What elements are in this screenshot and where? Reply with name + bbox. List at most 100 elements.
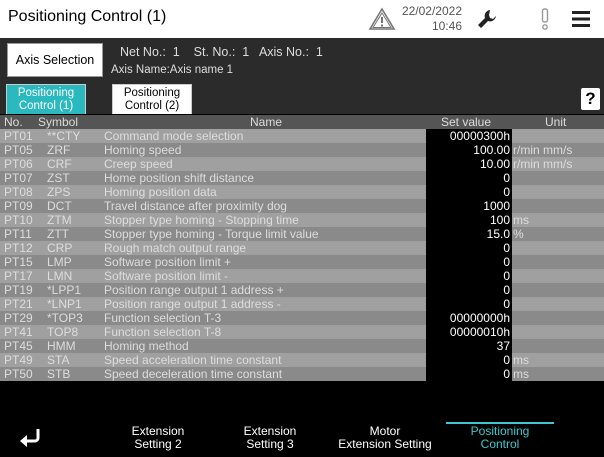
cell-symbol: STA: [47, 353, 70, 367]
table-row[interactable]: PT07 ZST Home position shift distance 0: [0, 171, 604, 185]
cell-no: PT17: [4, 269, 33, 283]
cell-symbol: ZRF: [47, 143, 71, 157]
header-symbol: Symbol: [38, 115, 79, 129]
cell-set-value[interactable]: 0: [426, 269, 512, 283]
table-row[interactable]: PT50 STB Speed deceleration time constant 0…: [0, 367, 604, 381]
cell-set-value[interactable]: 1000: [426, 199, 512, 213]
cell-no: PT50: [4, 367, 33, 381]
cell-unit: r/min mm/s: [513, 157, 573, 171]
table-row[interactable]: PT45 HMM Homing method 37: [0, 339, 604, 353]
cell-name: Homing method: [104, 339, 189, 353]
cell-set-value[interactable]: 37: [426, 339, 512, 353]
cell-set-value[interactable]: 100: [426, 213, 512, 227]
table-row[interactable]: PT08 ZPS Homing position data 0: [0, 185, 604, 199]
cell-set-value[interactable]: 0: [426, 171, 512, 185]
page-title: Positioning Control (1): [8, 8, 167, 25]
bottom-navigation: Extension Setting 2 Extension Setting 3 …: [0, 415, 604, 457]
alarm-icon[interactable]: [537, 7, 553, 31]
cell-name: Stopper type homing - Torque limit value: [104, 227, 319, 241]
table-row[interactable]: PT17 LMN Software position limit - 0: [0, 269, 604, 283]
table-row[interactable]: PT11 ZTT Stopper type homing - Torque limi…: [0, 227, 604, 241]
cell-no: PT21: [4, 297, 33, 311]
cell-set-value[interactable]: 0: [426, 353, 512, 367]
cell-name: Position range output 1 address -: [104, 297, 281, 311]
nav-motor-extension-setting[interactable]: Motor Extension Setting: [330, 425, 440, 451]
nav-extension-setting-2[interactable]: Extension Setting 2: [120, 425, 196, 451]
table-row[interactable]: PT05 ZRF Homing speed 100.00 r/min mm/s: [0, 143, 604, 157]
table-body: PT01 **CTY Command mode selection 00000300h…: [0, 129, 604, 381]
table-row[interactable]: PT21 *LNP1 Position range output 1 address…: [0, 297, 604, 311]
cell-set-value[interactable]: 0: [426, 185, 512, 199]
cell-set-value[interactable]: 0: [426, 367, 512, 381]
cell-unit: %: [513, 227, 524, 241]
header-no: No.: [4, 115, 23, 129]
cell-symbol: CRF: [47, 157, 72, 171]
table-row[interactable]: PT01 **CTY Command mode selection 00000300h: [0, 129, 604, 143]
cell-unit: ms: [513, 367, 529, 381]
cell-symbol: *TOP3: [47, 311, 83, 325]
cell-unit: ms: [513, 353, 529, 367]
cell-symbol: ZTM: [47, 213, 72, 227]
tab-positioning-control-2[interactable]: Positioning Control (2): [112, 84, 192, 114]
nav-positioning-control[interactable]: Positioning Control: [456, 425, 544, 451]
cell-set-value[interactable]: 00000010h: [426, 325, 512, 339]
tab-label-line2: Control (2): [124, 100, 180, 112]
nav-label-line2: Setting 2: [134, 437, 182, 451]
cell-no: PT01: [4, 129, 33, 143]
cell-set-value[interactable]: 0: [426, 283, 512, 297]
cell-no: PT09: [4, 199, 33, 213]
header-name: Name: [250, 115, 283, 129]
parameter-table: No. Symbol Name Set value Unit PT01 **CTY…: [0, 115, 604, 415]
help-button[interactable]: ?: [581, 88, 600, 110]
cell-name: Speed deceleration time constant: [104, 367, 283, 381]
table-row[interactable]: PT06 CRF Creep speed 10.00 r/min mm/s: [0, 157, 604, 171]
nav-label-line2: Control: [480, 437, 520, 451]
header-bar: Positioning Control (1) 22/02/2022 10:46: [0, 0, 604, 38]
cell-name: Command mode selection: [104, 129, 244, 143]
wrench-icon[interactable]: [475, 7, 499, 31]
axis-selection-button[interactable]: Axis Selection: [7, 43, 103, 77]
cell-set-value[interactable]: 15.0: [426, 227, 512, 241]
nav-extension-setting-3[interactable]: Extension Setting 3: [232, 425, 308, 451]
cell-name: Function selection T-3: [104, 311, 222, 325]
table-row[interactable]: PT29 *TOP3 Function selection T-3 00000000h: [0, 311, 604, 325]
table-row[interactable]: PT41 TOP8 Function selection T-8 00000010h: [0, 325, 604, 339]
menu-icon[interactable]: [570, 9, 592, 29]
cell-symbol: LMP: [47, 255, 72, 269]
tab-positioning-control-1[interactable]: Positioning Control (1): [6, 84, 86, 114]
tab-label-line2: Control (1): [18, 100, 74, 112]
cell-set-value[interactable]: 0: [426, 297, 512, 311]
table-row[interactable]: PT09 DCT Travel distance after proximity d…: [0, 199, 604, 213]
axis-name: Axis Name:Axis name 1: [111, 64, 234, 76]
cell-name: Software position limit -: [104, 269, 229, 283]
cell-name: Stopper type homing - Stopping time: [104, 213, 299, 227]
cell-no: PT08: [4, 185, 33, 199]
table-row[interactable]: PT49 STA Speed acceleration time constant 0…: [0, 353, 604, 367]
cell-no: PT06: [4, 157, 33, 171]
cell-set-value[interactable]: 100.00: [426, 143, 512, 157]
tab-label-line1: Positioning: [17, 87, 75, 99]
table-row[interactable]: PT10 ZTM Stopper type homing - Stopping ti…: [0, 213, 604, 227]
table-row[interactable]: PT12 CRP Rough match output range 0: [0, 241, 604, 255]
cell-name: Position range output 1 address +: [104, 283, 284, 297]
cell-symbol: ZTT: [47, 227, 69, 241]
back-icon[interactable]: [18, 427, 42, 447]
cell-set-value[interactable]: 10.00: [426, 157, 512, 171]
cell-no: PT12: [4, 241, 33, 255]
cell-symbol: *LPP1: [47, 283, 82, 297]
cell-no: PT05: [4, 143, 33, 157]
cell-no: PT10: [4, 213, 33, 227]
cell-symbol: LMN: [47, 269, 73, 283]
table-row[interactable]: PT19 *LPP1 Position range output 1 address…: [0, 283, 604, 297]
datetime: 22/02/2022 10:46: [398, 4, 462, 34]
cell-set-value[interactable]: 00000000h: [426, 311, 512, 325]
table-header: No. Symbol Name Set value Unit: [0, 115, 604, 129]
cell-set-value[interactable]: 00000300h: [426, 129, 512, 143]
warning-icon[interactable]: [368, 7, 396, 31]
cell-set-value[interactable]: 0: [426, 241, 512, 255]
cell-symbol: STB: [47, 367, 71, 381]
station-info: Net No.: 1 St. No.: 1 Axis No.: 1: [120, 45, 323, 59]
table-row[interactable]: PT15 LMP Software position limit + 0: [0, 255, 604, 269]
nav-label-line2: Setting 3: [246, 437, 294, 451]
cell-set-value[interactable]: 0: [426, 255, 512, 269]
